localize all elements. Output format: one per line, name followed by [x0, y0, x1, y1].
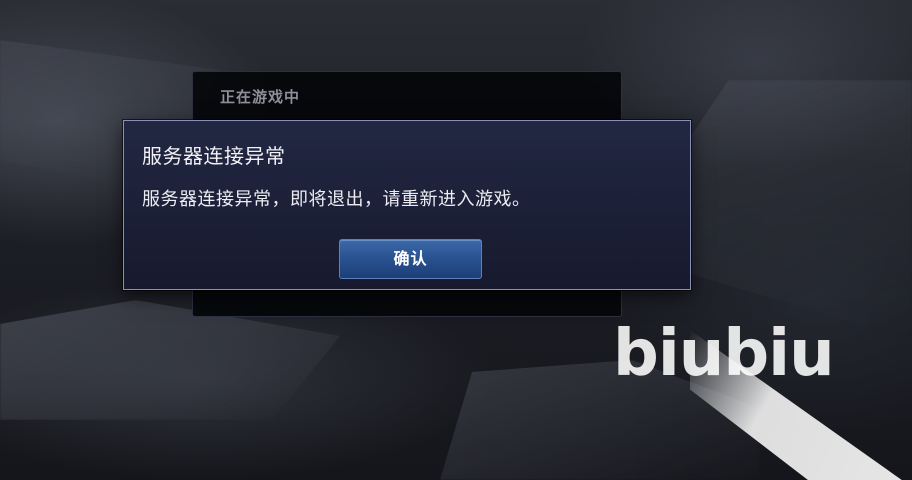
watermark-logo: biubiu — [613, 317, 835, 391]
dialog-message: 服务器连接异常，即将退出，请重新进入游戏。 — [142, 189, 531, 210]
confirm-button[interactable]: 确认 — [339, 239, 482, 279]
dialog-title: 服务器连接异常 — [142, 144, 286, 168]
server-error-dialog: 服务器连接异常 服务器连接异常，即将退出，请重新进入游戏。 确认 — [123, 120, 691, 290]
game-background: 正在游戏中 服务器连接异常 服务器连接异常，即将退出，请重新进入游戏。 确认 b… — [0, 0, 912, 480]
background-rock — [0, 300, 340, 420]
in-game-panel-title: 正在游戏中 — [220, 88, 301, 106]
